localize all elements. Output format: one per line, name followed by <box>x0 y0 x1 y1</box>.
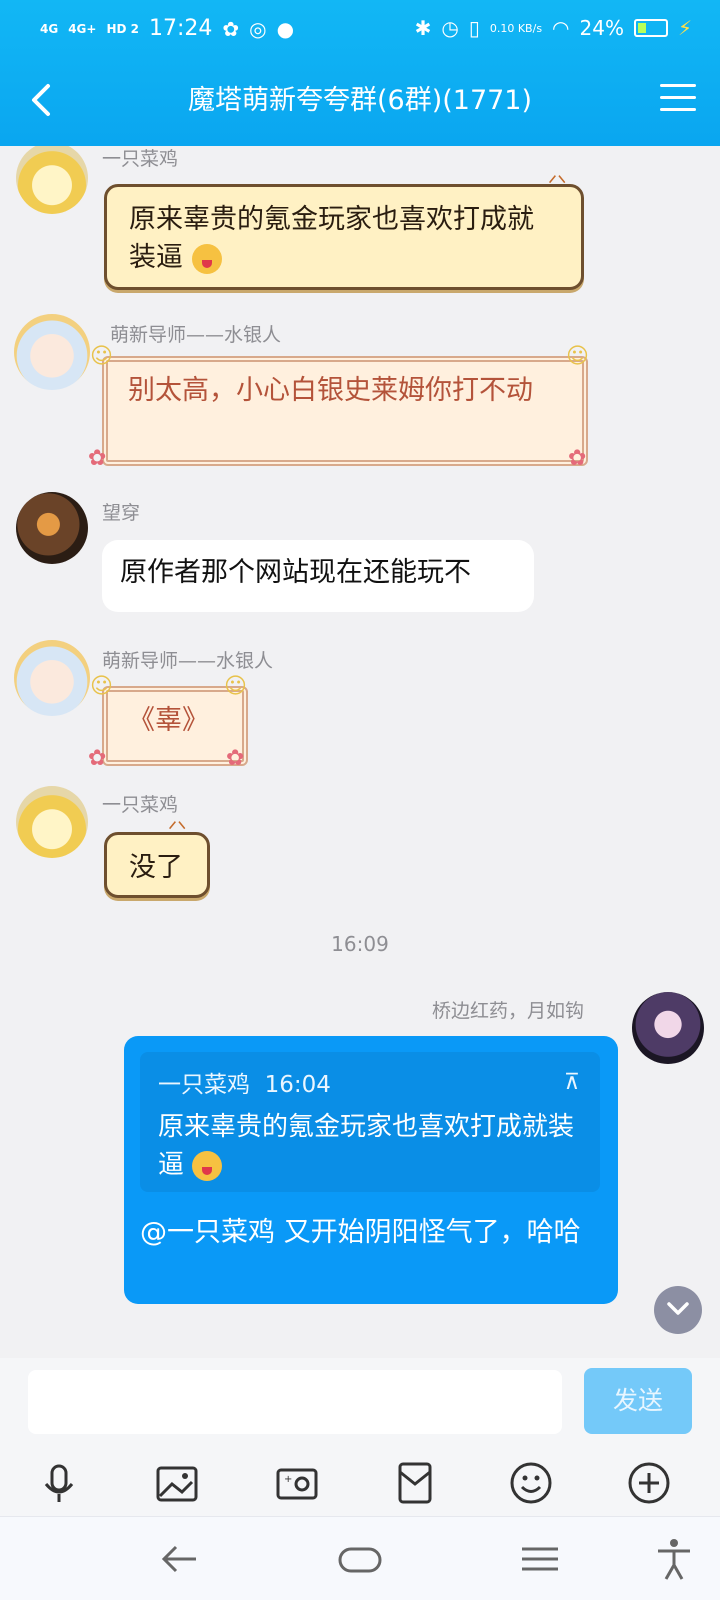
quote-sender: 一只菜鸡 <box>158 1072 250 1098</box>
status-bar: 4G 4G+ HD 2 17:24 ✿ ◎ ● ✱ ◷ ▯ 0.10 KB/s … <box>0 0 720 58</box>
sender-name: 一只菜鸡 <box>102 794 179 816</box>
rose-decoration: ✿ <box>226 746 245 771</box>
avatar[interactable] <box>14 314 90 390</box>
plus-icon[interactable] <box>624 1458 674 1508</box>
angel-decoration: ☺ <box>90 674 113 699</box>
hamburger-menu-icon[interactable] <box>660 84 696 114</box>
message-bubble[interactable]: 原来辜贵的氪金玩家也喜欢打成就装逼 <box>104 184 584 290</box>
time-divider: 16:09 <box>331 932 389 956</box>
network-4g: 4G <box>40 21 59 36</box>
message-text: 《辜》 <box>128 705 209 736</box>
scroll-to-bottom-button[interactable] <box>654 1286 702 1334</box>
header-bar: 4G 4G+ HD 2 17:24 ✿ ◎ ● ✱ ◷ ▯ 0.10 KB/s … <box>0 0 720 146</box>
input-toolbar: + <box>0 1450 720 1516</box>
my-message-bubble[interactable]: 一只菜鸡 16:04 ⊼ 原来辜贵的氪金玩家也喜欢打成就装逼 @一只菜鸡 又开始… <box>124 1036 618 1304</box>
accessibility-icon[interactable] <box>650 1537 698 1581</box>
svg-text:+: + <box>284 1474 292 1485</box>
tongue-out-emoji <box>192 1150 223 1181</box>
microphone-icon[interactable] <box>34 1458 84 1508</box>
chevron-down-icon <box>667 1302 689 1315</box>
message-text: 没了 <box>129 852 183 883</box>
red-packet-icon[interactable] <box>390 1458 440 1508</box>
angel-decoration: ☺ <box>566 344 589 369</box>
my-sender-name: 桥边红药，月如钩 <box>432 1000 585 1022</box>
clock: 17:24 <box>149 16 213 41</box>
cat-ears-decoration: ᐟᐠ <box>548 172 567 197</box>
message-bubble[interactable]: 别太高，小心白银史莱姆你打不动 <box>102 356 588 466</box>
message-bubble[interactable]: 原作者那个网站现在还能玩不 <box>102 540 534 612</box>
hd-indicator: HD 2 <box>106 21 139 36</box>
charging-icon: ⚡ <box>677 16 692 40</box>
quote-text: 原来辜贵的氪金玩家也喜欢打成就装逼 <box>158 1112 575 1181</box>
system-nav-bar <box>0 1516 720 1600</box>
pin-top-icon[interactable]: ⊼ <box>564 1064 580 1102</box>
alarm-icon: ◷ <box>441 16 459 40</box>
message-text: 原作者那个网站现在还能玩不 <box>120 557 471 588</box>
message-bubble[interactable]: 没了 <box>104 832 210 898</box>
message-text: 别太高，小心白银史莱姆你打不动 <box>128 375 533 406</box>
chat-bubble-icon: ● <box>276 16 295 41</box>
chat-list[interactable]: 一只菜鸡 原来辜贵的氪金玩家也喜欢打成就装逼 ᐟᐠ 萌新导师——水银人 别太高，… <box>0 146 720 1358</box>
rose-decoration: ✿ <box>568 446 587 471</box>
quote-header: 一只菜鸡 16:04 <box>158 1066 331 1104</box>
image-icon[interactable] <box>152 1458 202 1508</box>
emoji-icon[interactable] <box>506 1458 556 1508</box>
battery-icon <box>633 19 668 37</box>
send-button[interactable]: 发送 <box>584 1368 692 1434</box>
avatar[interactable] <box>16 786 88 858</box>
cat-ears-decoration: ᐟᐠ <box>168 818 187 843</box>
recent-menu-icon[interactable] <box>516 1537 564 1581</box>
wifi-icon: ◠ <box>552 16 570 40</box>
sender-name: 望穿 <box>102 502 141 524</box>
quote-time: 16:04 <box>264 1072 331 1098</box>
avatar[interactable] <box>16 146 88 214</box>
tongue-out-emoji <box>191 243 222 274</box>
avatar[interactable] <box>16 492 88 564</box>
chat-title: 魔塔萌新夸夸群(6群)(1771) <box>187 85 533 116</box>
camera-icon[interactable]: + <box>272 1458 322 1508</box>
vibrate-icon: ▯ <box>468 16 480 40</box>
battery-percent: 24% <box>579 16 624 40</box>
message-input[interactable] <box>28 1370 562 1434</box>
back-arrow-icon[interactable] <box>156 1537 204 1581</box>
home-pill-icon[interactable] <box>336 1537 384 1581</box>
sender-name: 一只菜鸡 <box>102 148 179 170</box>
angel-decoration: ☺ <box>224 674 247 699</box>
quoted-message[interactable]: 一只菜鸡 16:04 ⊼ 原来辜贵的氪金玩家也喜欢打成就装逼 <box>140 1052 600 1192</box>
bluetooth-icon: ✱ <box>414 16 432 40</box>
sender-name: 萌新导师——水银人 <box>102 650 274 672</box>
my-avatar[interactable] <box>632 992 704 1064</box>
q-icon: ◎ <box>249 16 267 41</box>
reply-text: @一只菜鸡 又开始阴阳怪气了，哈哈 <box>140 1217 581 1248</box>
input-bar: 发送 <box>0 1358 720 1450</box>
net-speed: 0.10 KB/s <box>489 21 543 35</box>
sender-name: 萌新导师——水银人 <box>110 324 282 346</box>
rose-decoration: ✿ <box>88 446 107 471</box>
paw-icon: ✿ <box>222 16 240 41</box>
message-text: 原来辜贵的氪金玩家也喜欢打成就装逼 <box>129 204 534 273</box>
angel-decoration: ☺ <box>90 344 113 369</box>
rose-decoration: ✿ <box>88 746 107 771</box>
network-4g-plus: 4G+ <box>68 21 97 36</box>
avatar[interactable] <box>14 640 90 716</box>
